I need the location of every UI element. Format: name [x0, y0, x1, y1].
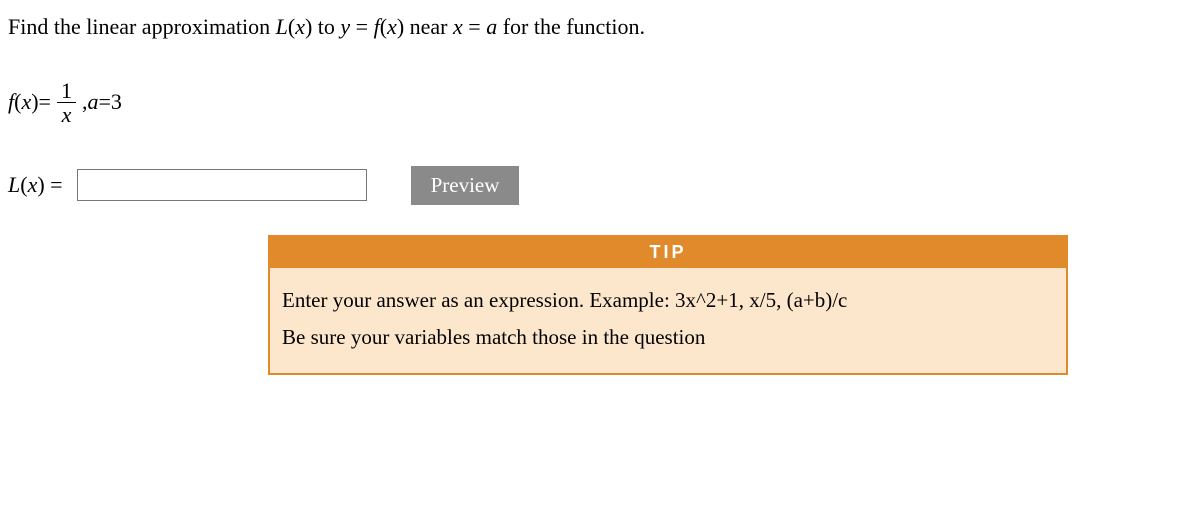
problem-text-pre: Find the linear approximation: [8, 14, 276, 39]
eq3: =: [39, 89, 51, 115]
problem-text-mid1: to: [312, 14, 340, 39]
f-var: f: [374, 14, 380, 39]
eq4: =: [98, 89, 110, 115]
fraction-den: x: [58, 103, 76, 126]
problem-text-post: for the function.: [497, 14, 645, 39]
a-var: a: [486, 14, 497, 39]
x-near: x: [453, 14, 463, 39]
function-definition: f(x) = 1 x , a = 3: [8, 79, 1192, 126]
y-var: y: [340, 14, 350, 39]
L-label: L: [8, 172, 20, 197]
answer-row: L(x) = Preview: [8, 166, 1192, 205]
linL: L: [276, 14, 288, 39]
tip-header: TIP: [270, 237, 1066, 268]
a-lhs: a: [87, 89, 98, 115]
problem-text-mid2: near: [404, 14, 453, 39]
eq1: =: [350, 14, 373, 39]
answer-label: L(x) =: [8, 172, 63, 198]
tip-line-2: Be sure your variables match those in th…: [282, 319, 1054, 356]
fx: x: [387, 14, 397, 39]
fraction-num: 1: [57, 79, 76, 103]
fraction: 1 x: [57, 79, 76, 126]
a-rhs: 3: [111, 89, 122, 115]
eq2: =: [463, 14, 486, 39]
linx: x: [295, 14, 305, 39]
fx2: x: [21, 89, 31, 115]
tip-body: Enter your answer as an expression. Exam…: [270, 268, 1066, 374]
answer-input[interactable]: [77, 169, 367, 201]
Lx: x: [28, 172, 38, 197]
tip-line-1: Enter your answer as an expression. Exam…: [282, 282, 1054, 319]
problem-statement: Find the linear approximation L(x) to y …: [8, 12, 1192, 43]
eq5: =: [45, 172, 63, 197]
preview-button[interactable]: Preview: [411, 166, 520, 205]
tip-box: TIP Enter your answer as an expression. …: [268, 235, 1068, 376]
f-label: f: [8, 89, 14, 115]
